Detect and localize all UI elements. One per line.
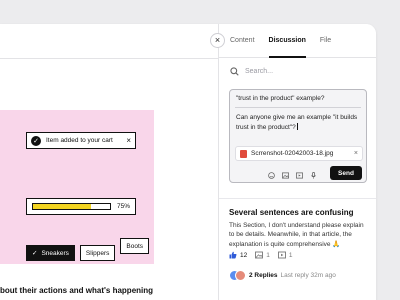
cart-toast: ✓ Item added to your cart × <box>26 132 136 149</box>
image-file-icon <box>240 149 247 158</box>
text-cursor <box>296 122 298 130</box>
chip-label: Boots <box>126 242 144 250</box>
progress-widget: 75% <box>26 198 136 215</box>
search-placeholder: Search... <box>245 68 274 75</box>
microphone-icon[interactable] <box>310 172 317 179</box>
toast-text: Item added to your cart <box>46 137 113 144</box>
video-count: 1 <box>277 251 293 259</box>
chip-slippers[interactable]: Slippers <box>79 245 116 261</box>
thread-replies[interactable]: 2 Replies Last reply 32m ago <box>229 270 336 281</box>
progress-fill <box>33 204 91 209</box>
search-icon <box>230 67 239 76</box>
chip-label: Sneakers <box>41 249 69 257</box>
attachment-name: Scrrenshot-02042003-18.jpg <box>251 150 334 157</box>
thread-title: Several sentences are confusing <box>229 208 354 217</box>
image-icon[interactable] <box>282 172 289 179</box>
image-count-value: 1 <box>266 251 270 259</box>
progress-label: 75% <box>116 203 130 210</box>
image-icon <box>255 251 264 259</box>
attachment-chip: Scrrenshot-02042003-18.jpg × <box>235 146 363 161</box>
emoji-icon[interactable] <box>268 172 275 179</box>
video-icon <box>277 251 286 259</box>
message-field[interactable]: Can anyone give me an example "it builds… <box>236 114 364 133</box>
composer-toolbar <box>268 172 317 179</box>
main-pane: ✓ Item added to your cart × 75% ✓ Sneake… <box>0 24 218 300</box>
composer-divider <box>235 107 361 108</box>
discussion-panel: Content Discussion File Search... "trust… <box>218 24 376 300</box>
quoted-text: "trust in the product" example? <box>236 95 325 102</box>
content-caption: bout their actions and what's happening <box>0 286 154 295</box>
thread-body: This Section, I don't understand please … <box>229 222 364 248</box>
chip-sneakers[interactable]: ✓ Sneakers <box>26 245 75 261</box>
replies-count[interactable]: 2 Replies <box>249 272 278 279</box>
toolbar-divider <box>0 58 218 59</box>
avatar <box>235 270 246 281</box>
video-icon[interactable] <box>296 172 303 179</box>
progress-track <box>32 203 111 210</box>
like-count: 12 <box>240 251 248 259</box>
tab-content[interactable]: Content <box>230 37 255 58</box>
chip-group: ✓ Sneakers Slippers Boots <box>26 238 150 261</box>
design-preview: ✓ Item added to your cart × 75% ✓ Sneake… <box>0 110 154 264</box>
remove-attachment-icon[interactable]: × <box>354 150 358 157</box>
check-icon: ✓ <box>32 250 38 257</box>
panel-tabs: Content Discussion File <box>219 24 376 58</box>
avatar-group <box>229 270 246 281</box>
chip-label: Slippers <box>85 249 110 257</box>
video-count-value: 1 <box>288 251 293 259</box>
close-panel-button[interactable]: × <box>210 33 225 48</box>
thread-reactions: 12 1 1 <box>229 251 292 259</box>
app-window: ✓ Item added to your cart × 75% ✓ Sneake… <box>0 24 376 300</box>
like-button[interactable]: 12 <box>229 251 247 259</box>
last-reply-time: Last reply 32m ago <box>280 272 336 279</box>
comment-composer[interactable]: "trust in the product" example? Can anyo… <box>229 89 367 183</box>
tab-discussion[interactable]: Discussion <box>268 37 306 58</box>
toast-close-icon[interactable]: × <box>126 136 131 145</box>
thumbs-up-icon <box>229 251 237 259</box>
chip-boots[interactable]: Boots <box>120 238 150 254</box>
send-button[interactable]: Send <box>330 166 362 180</box>
image-count: 1 <box>255 251 270 259</box>
thread-divider <box>219 198 376 199</box>
tab-file[interactable]: File <box>320 37 331 58</box>
search-input[interactable]: Search... <box>230 67 273 76</box>
check-icon: ✓ <box>31 135 41 146</box>
